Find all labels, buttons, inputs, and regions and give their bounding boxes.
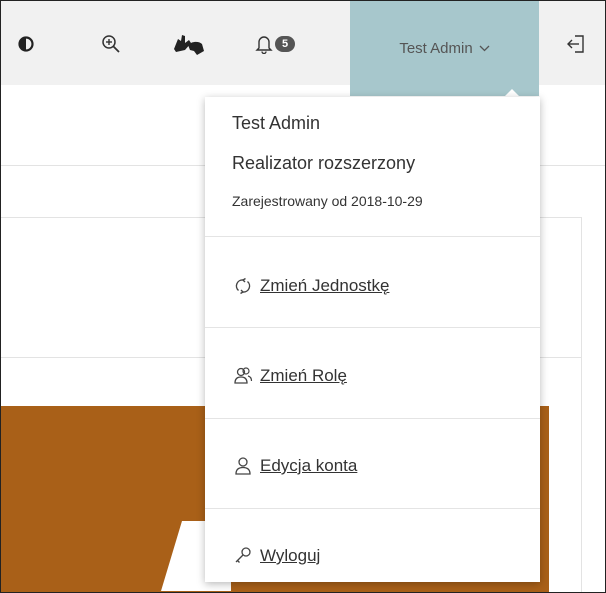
bell-icon [255,34,273,54]
divider [205,236,540,237]
chevron-down-icon [479,43,490,55]
menu-item-label: Wyloguj [260,546,321,565]
app-frame: 5 Test Admin Test Admin Realizator rozsz… [0,0,606,593]
notification-count-badge: 5 [275,36,296,52]
user-name: Test Admin [232,113,321,133]
divider [205,508,540,509]
user-role: Realizator rozszerzony [232,153,416,173]
refresh-icon [232,275,254,297]
logout-icon[interactable] [561,29,591,59]
menu-item-edit-account[interactable]: Edycja konta [232,451,357,481]
sign-language-icon[interactable] [169,29,209,59]
key-icon [232,545,254,567]
menu-item-change-role[interactable]: Zmień Rolę [232,361,347,391]
user-info: Test Admin Realizator rozszerzony Zareje… [205,97,540,210]
notifications-button[interactable]: 5 [255,29,325,59]
registration-date: Zarejestrowany od 2018-10-29 [232,193,423,209]
user-menu-label: Test Admin [399,40,473,57]
users-icon [232,365,254,387]
menu-item-label: Zmień Jednostkę [260,276,390,295]
contrast-icon[interactable] [13,29,39,59]
divider [205,418,540,419]
user-menu-button[interactable]: Test Admin [350,1,539,96]
menu-item-label: Edycja konta [260,456,358,475]
menu-item-logout[interactable]: Wyloguj [232,541,320,571]
menu-item-label: Zmień Rolę [260,366,347,385]
menu-item-change-unit[interactable]: Zmień Jednostkę [232,271,389,301]
zoom-in-icon[interactable] [94,29,128,59]
user-icon [232,455,254,477]
divider [205,327,540,328]
user-dropdown-menu: Test Admin Realizator rozszerzony Zareje… [205,97,540,582]
